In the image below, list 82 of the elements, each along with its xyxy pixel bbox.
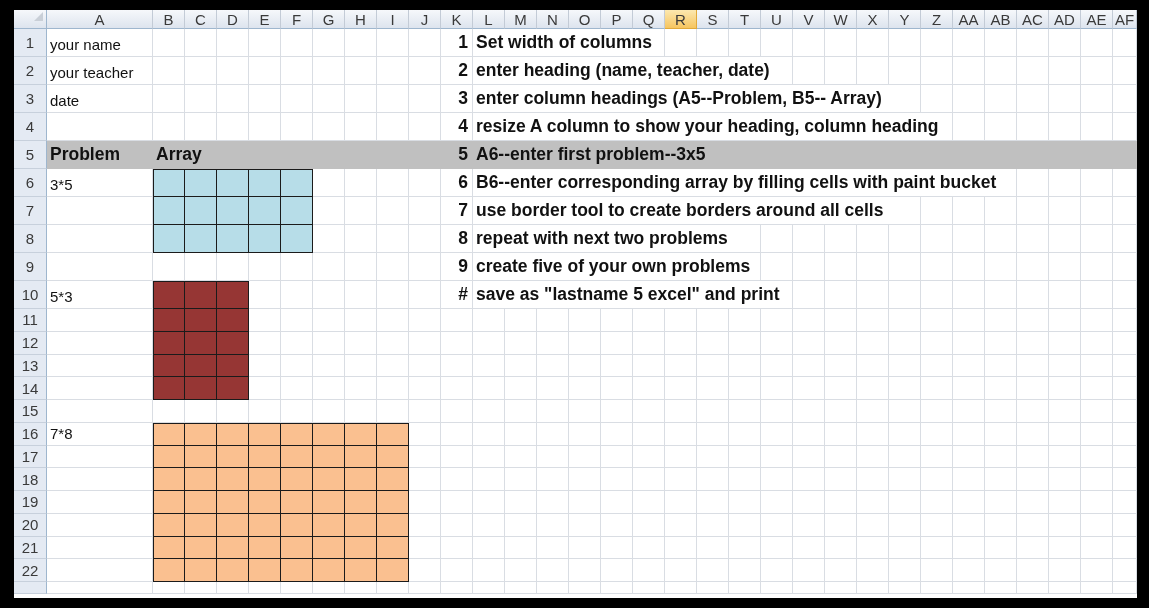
column-header[interactable]: J <box>409 10 441 29</box>
step-number: 3 <box>457 88 469 110</box>
column-header[interactable]: R <box>665 10 697 29</box>
column-header[interactable]: AE <box>1081 10 1113 29</box>
row-header[interactable]: 3 <box>14 85 47 113</box>
column-header[interactable]: N <box>537 10 569 29</box>
column-header[interactable]: U <box>761 10 793 29</box>
row-header[interactable]: 1 <box>14 29 47 57</box>
instruction-text: A6--enter first problem--3x5 <box>475 144 707 166</box>
column-header[interactable]: Z <box>921 10 953 29</box>
instruction-text: B6--enter corresponding array by filling cells with paint bucket <box>475 172 998 194</box>
column-header[interactable]: W <box>825 10 857 29</box>
column-header[interactable]: Q <box>633 10 665 29</box>
column-header[interactable]: AA <box>953 10 985 29</box>
row-header[interactable]: 10 <box>14 281 47 309</box>
row-header[interactable]: 2 <box>14 57 47 85</box>
row-header[interactable]: 8 <box>14 225 47 253</box>
column-header[interactable]: M <box>505 10 537 29</box>
column-header[interactable]: A <box>47 10 153 29</box>
row-header[interactable]: 22 <box>14 559 47 582</box>
step-number: 1 <box>457 32 469 54</box>
row-header[interactable]: 20 <box>14 513 47 537</box>
step-number: # <box>457 284 469 306</box>
row-header[interactable]: 14 <box>14 377 47 400</box>
instruction-text: use border tool to create borders around all cells <box>475 200 885 222</box>
column-header[interactable]: T <box>729 10 761 29</box>
column-header[interactable]: P <box>601 10 633 29</box>
column-header[interactable]: D <box>217 10 249 29</box>
row-header[interactable]: 5 <box>14 141 47 169</box>
column-header[interactable]: V <box>793 10 825 29</box>
cell-text: Array <box>155 144 203 166</box>
cell-text: Problem <box>49 144 122 166</box>
instruction-text: enter column headings (A5--Problem, B5-- Array) <box>475 88 883 110</box>
column-header[interactable]: C <box>185 10 217 29</box>
step-number: 4 <box>457 116 469 138</box>
instruction-text: Set width of columns <box>475 32 653 54</box>
column-header[interactable]: S <box>697 10 729 29</box>
row-header[interactable]: 15 <box>14 400 47 423</box>
row-header[interactable]: 9 <box>14 253 47 281</box>
step-number: 7 <box>457 200 469 222</box>
instruction-text: create five of your own problems <box>475 256 752 278</box>
cell-text: 7*8 <box>49 424 74 444</box>
cell-text: your teacher <box>49 64 135 83</box>
column-header[interactable]: Y <box>889 10 921 29</box>
row-header[interactable]: 4 <box>14 113 47 141</box>
step-number: 9 <box>457 256 469 278</box>
row-header[interactable]: 17 <box>14 445 47 469</box>
column-header[interactable]: AF <box>1113 10 1137 29</box>
row-header[interactable]: 21 <box>14 536 47 560</box>
cell-text: 3*5 <box>49 176 74 195</box>
row-header[interactable]: 18 <box>14 468 47 491</box>
step-number: 8 <box>457 228 469 250</box>
cell-text: 5*3 <box>49 288 74 307</box>
column-header[interactable]: AB <box>985 10 1017 29</box>
row-header[interactable]: 19 <box>14 491 47 514</box>
column-header[interactable]: B <box>153 10 185 29</box>
column-header[interactable]: O <box>569 10 601 29</box>
column-header[interactable]: E <box>249 10 281 29</box>
column-header[interactable]: AC <box>1017 10 1049 29</box>
instruction-text: repeat with next two problems <box>475 228 729 250</box>
row-header[interactable]: 16 <box>14 422 47 446</box>
column-header[interactable]: K <box>441 10 473 29</box>
column-header[interactable]: F <box>281 10 313 29</box>
column-header[interactable]: H <box>345 10 377 29</box>
cell-text: date <box>49 92 81 111</box>
row-header[interactable]: 13 <box>14 354 47 378</box>
row-header[interactable]: 12 <box>14 331 47 355</box>
column-header[interactable]: X <box>857 10 889 29</box>
row-header[interactable]: 6 <box>14 169 47 197</box>
row-header[interactable]: 11 <box>14 309 47 332</box>
column-header[interactable]: L <box>473 10 505 29</box>
instruction-text: save as "lastname 5 excel" and print <box>475 284 781 306</box>
step-number: 6 <box>457 172 469 194</box>
instruction-text: enter heading (name, teacher, date) <box>475 60 771 82</box>
column-header[interactable]: G <box>313 10 345 29</box>
row-header[interactable]: 7 <box>14 197 47 225</box>
instruction-text: resize A column to show your heading, column heading <box>475 116 940 138</box>
cell-text: your name <box>49 36 122 55</box>
column-header[interactable]: AD <box>1049 10 1081 29</box>
step-number: 5 <box>457 144 469 166</box>
step-number: 2 <box>457 60 469 82</box>
column-header[interactable]: I <box>377 10 409 29</box>
